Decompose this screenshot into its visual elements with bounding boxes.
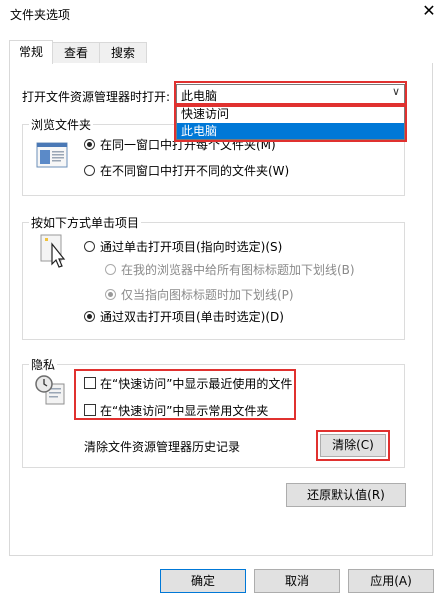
radio-double-click[interactable] [84,311,95,322]
radio-underline-hover [105,289,116,300]
window-title: 文件夹选项 [10,8,71,22]
dropdown-option-this-pc[interactable]: 此电脑 [177,123,404,139]
option-double-click-label[interactable]: 通过双击打开项目(单击时选定)(D) [100,308,284,325]
chevron-down-icon[interactable]: ∨ [392,85,400,98]
clear-history-label: 清除文件资源管理器历史记录 [84,440,241,454]
tab-general[interactable]: 常规 [9,40,53,64]
ok-button[interactable]: 确定 [160,569,246,593]
tab-view[interactable]: 查看 [52,42,100,63]
open-in-label: 打开文件资源管理器时打开: [22,90,171,104]
privacy-clock-icon [34,374,66,406]
open-in-select[interactable]: 此电脑 ∨ [176,84,405,104]
cursor-click-icon [38,234,68,270]
restore-defaults-button[interactable]: 还原默认值(R) [286,483,406,507]
show-frequent-folders-label[interactable]: 在“快速访问”中显示常用文件夹 [100,402,268,419]
option-new-window-label[interactable]: 在不同窗口中打开不同的文件夹(W) [100,162,289,179]
radio-same-window[interactable] [84,139,95,150]
dropdown-option-quick-access[interactable]: 快速访问 [177,106,404,122]
radio-new-window[interactable] [84,165,95,176]
browse-folders-title: 浏览文件夹 [29,116,94,133]
close-icon[interactable]: ✕ [418,1,440,20]
tab-search[interactable]: 搜索 [99,42,147,63]
window-folder-icon [36,142,68,168]
privacy-title: 隐私 [29,356,58,373]
open-in-selected-value: 此电脑 [181,89,218,103]
click-items-title: 按如下方式单击项目 [29,214,142,231]
option-single-click-label[interactable]: 通过单击打开项目(指向时选定)(S) [100,238,282,255]
show-recent-files-label[interactable]: 在“快速访问”中显示最近使用的文件 [100,375,292,392]
radio-underline-all [105,264,116,275]
clear-button[interactable]: 清除(C) [320,434,386,457]
radio-single-click[interactable] [84,241,95,252]
option-underline-hover-label: 仅当指向图标标题时加下划线(P) [121,288,294,302]
checkbox-show-frequent-folders[interactable] [84,404,96,416]
checkbox-show-recent-files[interactable] [84,377,96,389]
apply-button[interactable]: 应用(A) [348,569,434,593]
open-in-dropdown-list: 快速访问 此电脑 [176,104,405,140]
cancel-button[interactable]: 取消 [254,569,340,593]
option-underline-all-label: 在我的浏览器中给所有图标标题加下划线(B) [121,263,355,277]
